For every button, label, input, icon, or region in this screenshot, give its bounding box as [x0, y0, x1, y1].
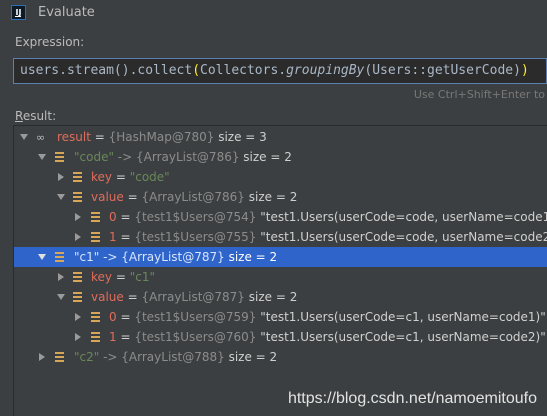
- title-bar: IJ Evaluate: [0, 0, 547, 26]
- expression-label: Expression:: [15, 35, 85, 49]
- expand-arrow-icon[interactable]: [20, 134, 28, 140]
- expr-code-part3: (Users::getUserCode): [364, 63, 521, 78]
- tree-row-c2[interactable]: "c2" -> {ArrayList@788} size = 2: [14, 347, 547, 367]
- node-extra: size = 2: [239, 150, 292, 164]
- result-label: Result:: [15, 109, 56, 123]
- node-name: 0: [109, 210, 117, 224]
- tree-row-c1[interactable]: "c1" -> {ArrayList@787} size = 2: [14, 247, 547, 267]
- node-name: key: [91, 270, 113, 284]
- expand-arrow-icon[interactable]: [75, 333, 81, 341]
- watermark-url: https://blog.csdn.net/namoemitoufo: [287, 390, 537, 407]
- tree-row-c1-value[interactable]: value = {ArrayList@787} size = 2: [14, 287, 547, 307]
- tree-row-code[interactable]: "code" -> {ArrayList@786} size = 2: [14, 147, 547, 167]
- shortcut-hint: Use Ctrl+Shift+Enter to: [413, 88, 545, 101]
- node-eq: ->: [99, 350, 122, 364]
- node-type: {test1$Users@755}: [134, 230, 257, 244]
- result-tree[interactable]: ∞ result = {HashMap@780} size = 3 "code"…: [13, 125, 547, 416]
- expand-arrow-icon[interactable]: [75, 233, 81, 241]
- expand-arrow-icon[interactable]: [58, 173, 64, 181]
- field-icon: [73, 271, 84, 282]
- array-element-icon: [91, 311, 102, 322]
- node-eq: ->: [113, 150, 136, 164]
- node-name: key: [91, 170, 113, 184]
- node-value: "test1.Users(userCode=code, userName=cod…: [256, 230, 547, 244]
- map-entry-icon: [55, 251, 66, 262]
- node-name: 1: [109, 330, 117, 344]
- tree-row-c1-0[interactable]: 0 = {test1$Users@759} "test1.Users(userC…: [14, 307, 547, 327]
- tree-row-c1-1[interactable]: 1 = {test1$Users@760} "test1.Users(userC…: [14, 327, 547, 347]
- node-type: {HashMap@780}: [108, 130, 215, 144]
- node-name: 0: [109, 310, 117, 324]
- expr-method-name: groupingBy: [286, 63, 365, 78]
- node-eq: =: [112, 270, 130, 284]
- node-name: "c1": [74, 250, 100, 264]
- node-name: value: [91, 190, 124, 204]
- expand-arrow-icon[interactable]: [57, 194, 65, 200]
- expr-code-part2: Collectors.: [200, 63, 287, 78]
- node-value: "code": [129, 170, 170, 184]
- node-eq: ->: [99, 250, 122, 264]
- node-type: {test1$Users@760}: [134, 330, 257, 344]
- node-name: "code": [74, 150, 114, 164]
- window-title: Evaluate: [38, 5, 95, 20]
- node-extra: size = 2: [224, 350, 278, 364]
- node-value: "test1.Users(userCode=code, userName=cod…: [256, 210, 547, 224]
- array-element-icon: [91, 211, 102, 222]
- node-name: value: [91, 290, 124, 304]
- node-eq: =: [116, 210, 135, 224]
- node-eq: =: [90, 130, 109, 144]
- node-eq: =: [116, 230, 135, 244]
- expression-input[interactable]: users.stream().collect(Collectors.groupi…: [13, 58, 547, 84]
- expr-paren-close: ): [520, 63, 529, 78]
- result-label-mnemonic: R: [15, 109, 23, 123]
- node-eq: =: [112, 170, 130, 184]
- node-value: "test1.Users(userCode=c1, userName=code1…: [256, 310, 546, 324]
- field-icon: [73, 191, 84, 202]
- node-extra: size = 2: [244, 190, 298, 204]
- tree-row-code-0[interactable]: 0 = {test1$Users@754} "test1.Users(userC…: [14, 207, 547, 227]
- intellij-app-icon: IJ: [11, 5, 26, 20]
- expand-arrow-icon[interactable]: [58, 273, 64, 281]
- node-eq: =: [123, 190, 142, 204]
- node-eq: =: [116, 330, 135, 344]
- node-eq: =: [123, 290, 142, 304]
- node-type: {ArrayList@787}: [141, 290, 245, 304]
- watch-glasses-icon: ∞: [36, 131, 46, 144]
- node-type: {ArrayList@788}: [121, 350, 225, 364]
- node-name: "c2": [74, 350, 100, 364]
- node-name: result: [57, 130, 91, 144]
- tree-row-code-key[interactable]: key = "code": [14, 167, 547, 187]
- field-icon: [73, 171, 84, 182]
- field-icon: [73, 291, 84, 302]
- tree-row-c1-key[interactable]: key = "c1": [14, 267, 547, 287]
- node-value: "c1": [129, 270, 155, 284]
- expand-arrow-icon[interactable]: [57, 294, 65, 300]
- expand-arrow-icon[interactable]: [38, 254, 46, 260]
- node-value: "test1.Users(userCode=c1, userName=code2…: [256, 330, 546, 344]
- array-element-icon: [91, 331, 102, 342]
- result-label-rest: esult:: [22, 109, 57, 123]
- node-extra: size = 2: [224, 250, 278, 264]
- tree-row-result[interactable]: ∞ result = {HashMap@780} size = 3: [14, 127, 547, 147]
- node-type: {test1$Users@759}: [134, 310, 257, 324]
- map-entry-icon: [55, 351, 66, 362]
- expand-arrow-icon[interactable]: [75, 313, 81, 321]
- node-name: 1: [109, 230, 117, 244]
- array-element-icon: [91, 231, 102, 242]
- expand-arrow-icon[interactable]: [39, 353, 45, 361]
- expr-code-part1: users.stream().collect: [20, 63, 193, 78]
- node-type: {test1$Users@754}: [134, 210, 257, 224]
- node-type: {ArrayList@786}: [136, 150, 240, 164]
- node-type: {ArrayList@787}: [121, 250, 225, 264]
- expand-arrow-icon[interactable]: [38, 154, 46, 160]
- expand-arrow-icon[interactable]: [75, 213, 81, 221]
- expr-paren-open: (: [192, 63, 201, 78]
- map-entry-icon: [55, 151, 66, 162]
- node-extra: size = 3: [214, 130, 267, 144]
- node-type: {ArrayList@786}: [141, 190, 245, 204]
- tree-row-code-1[interactable]: 1 = {test1$Users@755} "test1.Users(userC…: [14, 227, 547, 247]
- node-eq: =: [116, 310, 135, 324]
- tree-row-code-value[interactable]: value = {ArrayList@786} size = 2: [14, 187, 547, 207]
- node-extra: size = 2: [244, 290, 298, 304]
